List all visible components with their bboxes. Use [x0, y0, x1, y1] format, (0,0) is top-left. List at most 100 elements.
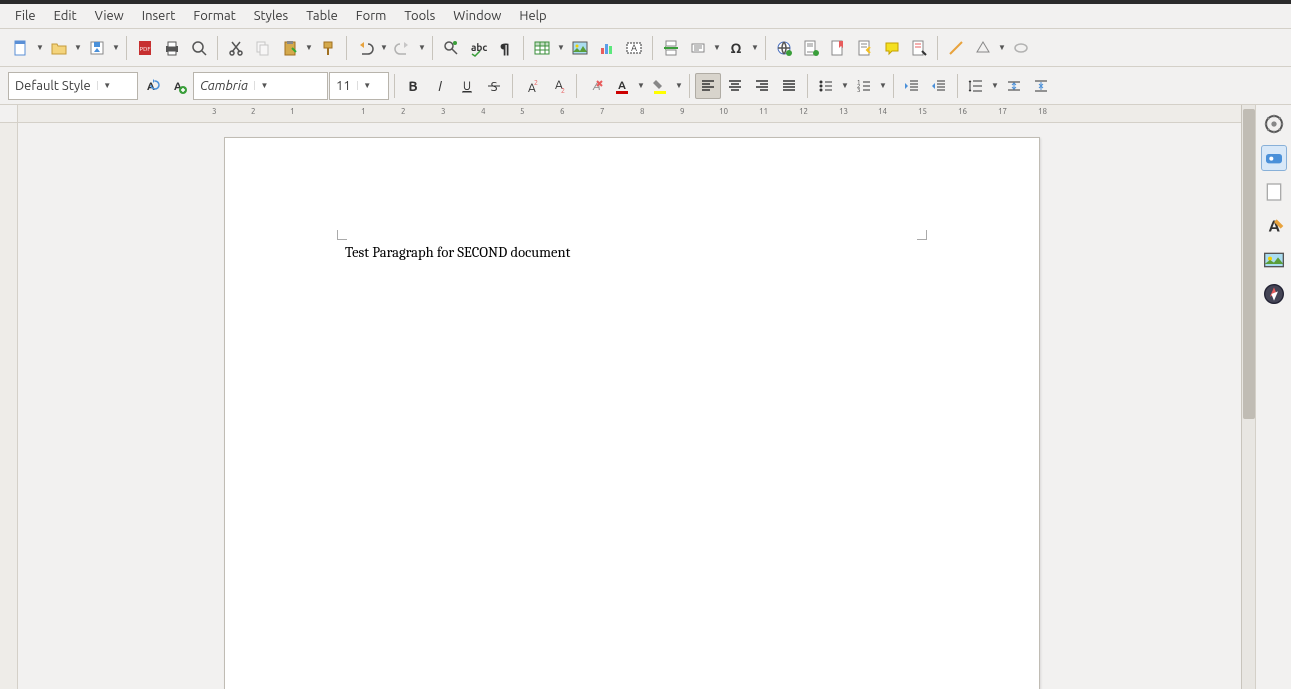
- svg-text:I: I: [438, 78, 442, 94]
- menu-window[interactable]: Window: [444, 6, 510, 26]
- bullet-dropdown[interactable]: ▼: [840, 81, 850, 90]
- ruler-number: 9: [680, 107, 685, 116]
- vertical-scrollbar[interactable]: [1241, 105, 1255, 689]
- increase-spacing-icon[interactable]: [1001, 73, 1027, 99]
- page-break-icon[interactable]: [658, 35, 684, 61]
- number-dropdown[interactable]: ▼: [878, 81, 888, 90]
- special-char-icon[interactable]: Ω: [723, 35, 749, 61]
- document-page[interactable]: Test Paragraph for SECOND document: [224, 137, 1040, 689]
- menu-table[interactable]: Table: [297, 6, 347, 26]
- align-center-icon[interactable]: [722, 73, 748, 99]
- underline-icon[interactable]: U: [454, 73, 480, 99]
- paste-icon[interactable]: [277, 35, 303, 61]
- italic-icon[interactable]: I: [427, 73, 453, 99]
- redo-dropdown[interactable]: ▼: [417, 43, 427, 52]
- comment-icon[interactable]: [879, 35, 905, 61]
- menu-view[interactable]: View: [86, 6, 133, 26]
- font-name-combo[interactable]: Cambria▼: [193, 72, 328, 100]
- save-icon[interactable]: [84, 35, 110, 61]
- menu-help[interactable]: Help: [510, 6, 555, 26]
- formatting-marks-icon[interactable]: ¶: [492, 35, 518, 61]
- shapes-dropdown[interactable]: ▼: [997, 43, 1007, 52]
- line-spacing-icon[interactable]: [963, 73, 989, 99]
- decrease-spacing-icon[interactable]: [1028, 73, 1054, 99]
- open-icon[interactable]: [46, 35, 72, 61]
- footnote-icon[interactable]: [798, 35, 824, 61]
- clear-format-icon[interactable]: A: [582, 73, 608, 99]
- svg-text:S: S: [491, 80, 498, 94]
- menu-form[interactable]: Form: [347, 6, 396, 26]
- insert-field-icon[interactable]: [685, 35, 711, 61]
- insert-image-icon[interactable]: [567, 35, 593, 61]
- save-dropdown[interactable]: ▼: [111, 43, 121, 52]
- undo-dropdown[interactable]: ▼: [379, 43, 389, 52]
- draw-functions-icon[interactable]: [1008, 35, 1034, 61]
- cut-icon[interactable]: [223, 35, 249, 61]
- field-dropdown[interactable]: ▼: [712, 43, 722, 52]
- bookmark-icon[interactable]: [825, 35, 851, 61]
- vertical-ruler[interactable]: [0, 123, 18, 689]
- find-replace-icon[interactable]: [438, 35, 464, 61]
- align-left-icon[interactable]: [695, 73, 721, 99]
- pdf-export-icon[interactable]: PDF: [132, 35, 158, 61]
- redo-icon[interactable]: [390, 35, 416, 61]
- print-preview-icon[interactable]: [186, 35, 212, 61]
- document-text[interactable]: Test Paragraph for SECOND document: [345, 244, 570, 261]
- ruler-number: 18: [1038, 107, 1047, 116]
- cross-ref-icon[interactable]: [852, 35, 878, 61]
- highlight-icon[interactable]: [647, 73, 673, 99]
- spacing-dropdown[interactable]: ▼: [990, 81, 1000, 90]
- strikethrough-icon[interactable]: S: [481, 73, 507, 99]
- subscript-icon[interactable]: A2: [545, 73, 571, 99]
- font-color-dropdown[interactable]: ▼: [636, 81, 646, 90]
- increase-indent-icon[interactable]: [899, 73, 925, 99]
- new-doc-dropdown[interactable]: ▼: [35, 43, 45, 52]
- properties-panel-icon[interactable]: [1261, 111, 1287, 137]
- font-size-combo[interactable]: 11▼: [329, 72, 389, 100]
- bold-icon[interactable]: B: [400, 73, 426, 99]
- special-char-dropdown[interactable]: ▼: [750, 43, 760, 52]
- document-canvas[interactable]: Test Paragraph for SECOND document: [18, 123, 1241, 689]
- update-style-icon[interactable]: A: [139, 73, 165, 99]
- line-icon[interactable]: [943, 35, 969, 61]
- open-dropdown[interactable]: ▼: [73, 43, 83, 52]
- menu-tools[interactable]: Tools: [395, 6, 444, 26]
- navigator-panel-icon[interactable]: [1261, 281, 1287, 307]
- superscript-icon[interactable]: A2: [518, 73, 544, 99]
- undo-icon[interactable]: [352, 35, 378, 61]
- insert-textbox-icon[interactable]: A: [621, 35, 647, 61]
- menu-format[interactable]: Format: [184, 6, 244, 26]
- scrollbar-thumb[interactable]: [1243, 109, 1255, 419]
- print-icon[interactable]: [159, 35, 185, 61]
- menu-file[interactable]: File: [6, 6, 45, 26]
- new-doc-icon[interactable]: [8, 35, 34, 61]
- spellcheck-icon[interactable]: abc: [465, 35, 491, 61]
- menu-edit[interactable]: Edit: [45, 6, 86, 26]
- paste-dropdown[interactable]: ▼: [304, 43, 314, 52]
- copy-icon[interactable]: [250, 35, 276, 61]
- number-list-icon[interactable]: 123: [851, 73, 877, 99]
- align-justify-icon[interactable]: [776, 73, 802, 99]
- new-style-icon[interactable]: A: [166, 73, 192, 99]
- svg-text:3: 3: [857, 87, 860, 94]
- gallery-panel-icon[interactable]: [1261, 247, 1287, 273]
- slide-panel-icon[interactable]: [1261, 145, 1287, 171]
- insert-chart-icon[interactable]: [594, 35, 620, 61]
- basic-shapes-icon[interactable]: [970, 35, 996, 61]
- align-right-icon[interactable]: [749, 73, 775, 99]
- bullet-list-icon[interactable]: [813, 73, 839, 99]
- font-color-icon[interactable]: A: [609, 73, 635, 99]
- track-changes-icon[interactable]: [906, 35, 932, 61]
- styles-panel-icon[interactable]: A: [1261, 213, 1287, 239]
- hyperlink-icon[interactable]: [771, 35, 797, 61]
- blank-panel-icon[interactable]: [1261, 179, 1287, 205]
- horizontal-ruler[interactable]: 321123456789101112131415161718: [18, 105, 1241, 122]
- paragraph-style-combo[interactable]: Default Style▼: [8, 72, 138, 100]
- insert-table-icon[interactable]: [529, 35, 555, 61]
- menu-insert[interactable]: Insert: [133, 6, 185, 26]
- highlight-dropdown[interactable]: ▼: [674, 81, 684, 90]
- menu-styles[interactable]: Styles: [245, 6, 297, 26]
- table-dropdown[interactable]: ▼: [556, 43, 566, 52]
- clone-format-icon[interactable]: [315, 35, 341, 61]
- decrease-indent-icon[interactable]: [926, 73, 952, 99]
